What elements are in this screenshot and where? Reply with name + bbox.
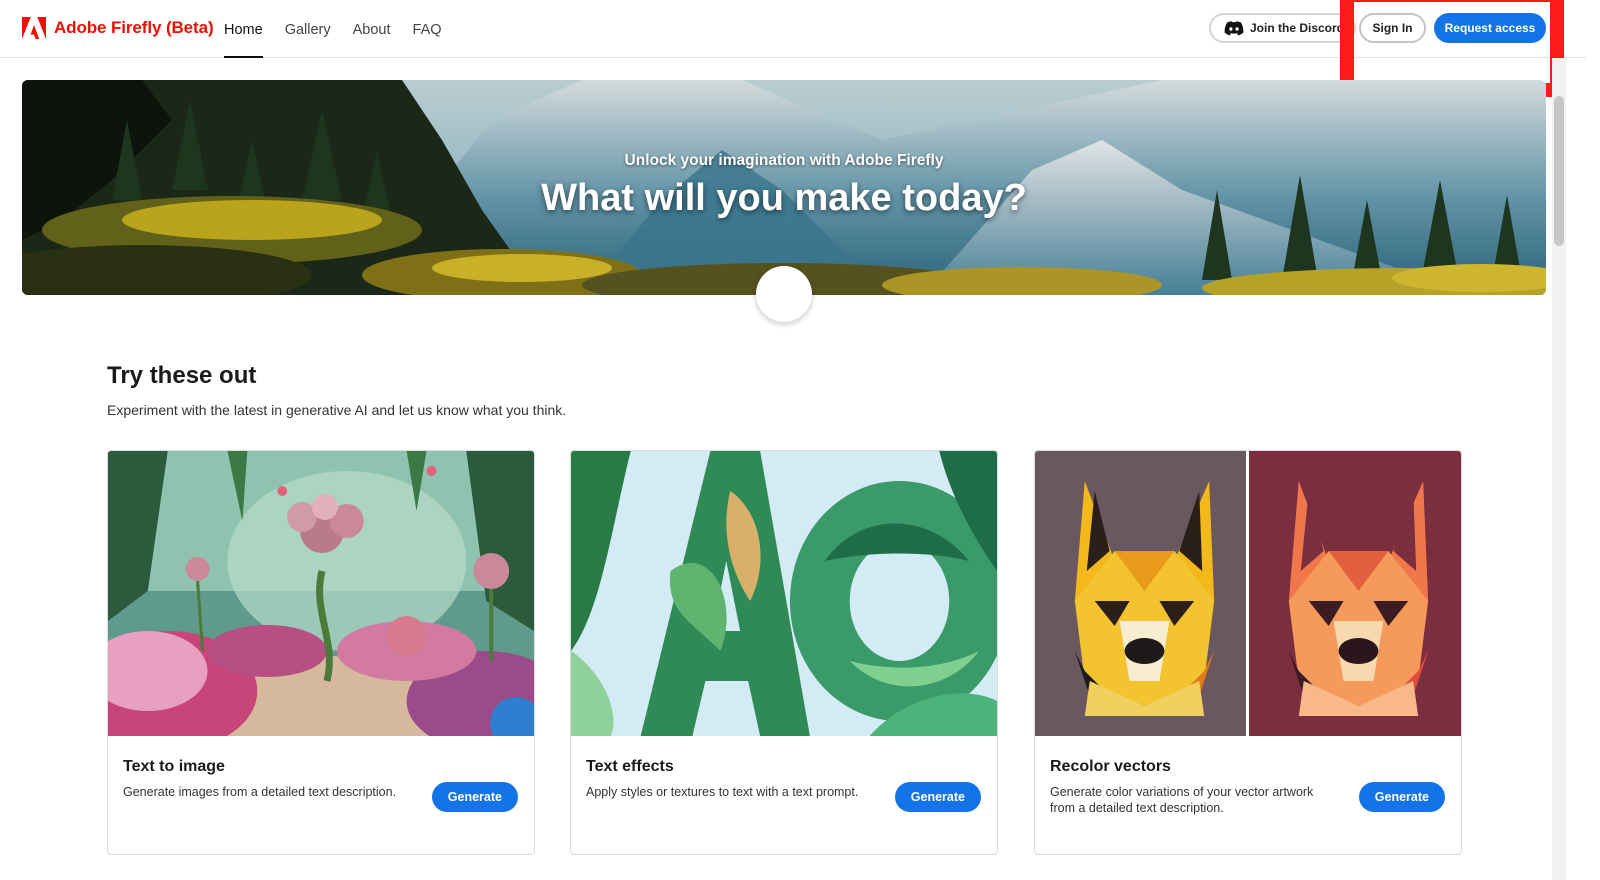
card-text-to-image[interactable]: Text to image Generate images from a det… xyxy=(107,450,535,855)
section-title: Try these out xyxy=(107,362,257,389)
join-discord-button[interactable]: Join the Discord xyxy=(1209,13,1357,43)
join-discord-label: Join the Discord xyxy=(1250,21,1345,35)
generate-button[interactable]: Generate xyxy=(431,782,518,812)
leafy-letters-image xyxy=(571,451,997,736)
main-nav: Home Gallery About FAQ xyxy=(224,0,464,58)
hero-title: What will you make today? xyxy=(541,177,1027,219)
nav-gallery[interactable]: Gallery xyxy=(285,0,331,58)
adobe-logo-icon xyxy=(22,17,46,39)
carousel-indicator[interactable] xyxy=(756,266,812,322)
card-image xyxy=(1035,451,1461,736)
card-title: Text to image xyxy=(123,758,225,775)
card-description: Apply styles or textures to text with a … xyxy=(586,785,859,799)
brand[interactable]: Adobe Firefly (Beta) xyxy=(22,17,214,39)
card-image xyxy=(571,451,997,736)
nav-about[interactable]: About xyxy=(353,0,391,58)
brand-name: Adobe Firefly (Beta) xyxy=(54,18,214,37)
hero-banner: Unlock your imagination with Adobe Firef… xyxy=(22,80,1546,295)
card-description: Generate images from a detailed text des… xyxy=(123,785,397,799)
fantasy-garden-image xyxy=(108,451,534,736)
nav-home[interactable]: Home xyxy=(224,0,263,58)
card-title: Text effects xyxy=(586,758,674,775)
card-title: Recolor vectors xyxy=(1050,758,1171,775)
card-description: Generate color variations of your vector… xyxy=(1050,785,1314,815)
card-text-effects[interactable]: Text effects Apply styles or textures to… xyxy=(570,450,998,855)
nav-faq[interactable]: FAQ xyxy=(413,0,442,58)
generate-button[interactable]: Generate xyxy=(894,782,981,812)
card-image xyxy=(108,451,534,736)
scrollbar-thumb[interactable] xyxy=(1554,96,1564,246)
discord-icon xyxy=(1224,20,1244,35)
generate-button[interactable]: Generate xyxy=(1358,782,1445,812)
hero-kicker: Unlock your imagination with Adobe Firef… xyxy=(624,152,944,169)
request-access-button[interactable]: Request access xyxy=(1434,13,1546,43)
section-subtitle: Experiment with the latest in generative… xyxy=(107,402,567,418)
card-recolor-vectors[interactable]: Recolor vectors Generate color variation… xyxy=(1034,450,1462,855)
top-navigation-bar: Adobe Firefly (Beta) Home Gallery About … xyxy=(0,0,1586,58)
sign-in-button[interactable]: Sign In xyxy=(1359,13,1426,43)
recolored-dog-vectors-image xyxy=(1035,451,1461,736)
